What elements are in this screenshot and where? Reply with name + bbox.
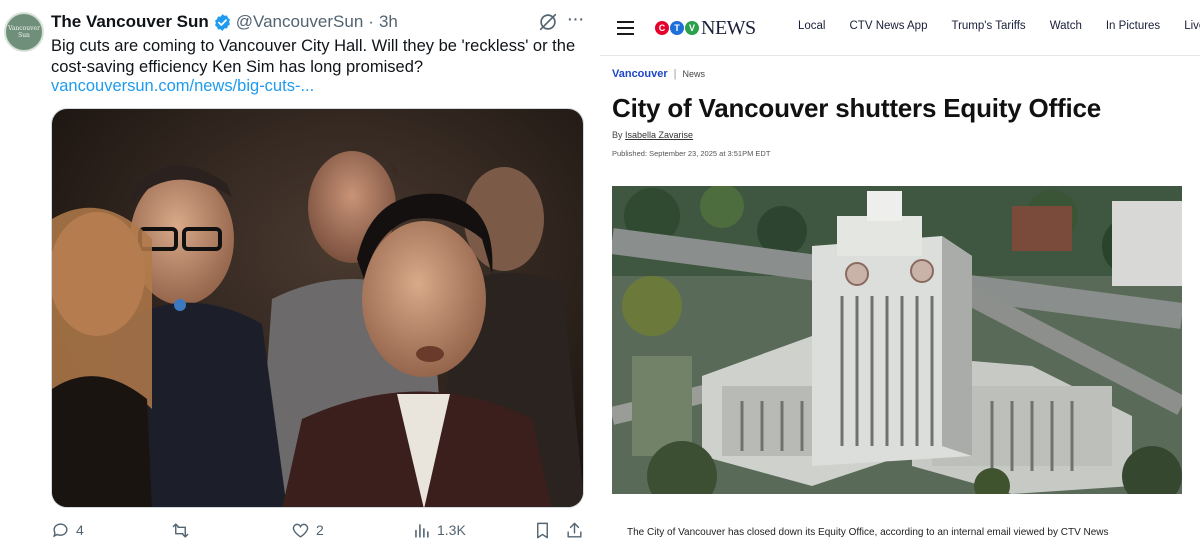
tweet-text: Big cuts are coming to Vancouver City Ha… [51,37,576,76]
article-headline: City of Vancouver shutters Equity Office [612,93,1101,123]
top-navigation-bar: C T V NEWS Local CTV News App Trump's Ta… [600,0,1200,56]
reply-count: 4 [76,522,84,538]
separator-dot: · [368,12,374,31]
article-body-text: The City of Vancouver has closed down it… [627,527,1109,538]
hamburger-menu-icon[interactable] [617,21,634,35]
ctv-article-page: C T V NEWS Local CTV News App Trump's Ta… [600,0,1200,555]
reply-icon [53,522,68,537]
more-icon[interactable]: ··· [565,9,585,32]
breadcrumb-type: News [682,69,706,79]
ctv-news-logo[interactable]: C T V NEWS [655,17,756,39]
nav-item-live[interactable]: Live [1184,20,1200,32]
bookmark-button[interactable] [533,519,558,541]
avatar[interactable]: Vancouver Sun [4,12,44,52]
tweet-actions: 4 2 1.3K [51,519,585,541]
views-icon [415,523,429,538]
author-link[interactable]: Isabella Zavarise [625,130,693,140]
bookmark-icon [537,522,548,538]
views-button[interactable]: 1.3K [412,519,466,541]
tweet-media-photo[interactable] [51,108,584,508]
nav-item-in-pictures[interactable]: In Pictures [1106,20,1160,32]
breadcrumb-section[interactable]: Vancouver [612,68,668,80]
share-icon [567,522,582,538]
nav-item-watch[interactable]: Watch [1050,20,1082,32]
nav-item-ctv-news-app[interactable]: CTV News App [850,20,928,32]
ctv-logo-mark: C T V [655,21,699,35]
main-nav: Local CTV News App Trump's Tariffs Watch… [798,20,1200,32]
views-count: 1.3K [437,522,466,538]
city-hall-aerial-photo [612,186,1182,494]
nav-item-local[interactable]: Local [798,20,826,32]
tweet-header: The Vancouver Sun @VancouverSun · 3h [51,11,398,33]
nav-item-trumps-tariffs[interactable]: Trump's Tariffs [951,20,1025,32]
tweet-card[interactable]: Vancouver Sun The Vancouver Sun @Vancouv… [0,0,600,555]
grok-icon[interactable] [537,11,559,33]
byline-prefix: By [612,130,623,140]
logo-letter: C [655,21,669,35]
like-icon [292,523,309,538]
breadcrumb-separator: | [673,68,677,80]
breadcrumb: Vancouver | News [612,68,705,80]
like-count: 2 [316,522,324,538]
logo-word: NEWS [701,16,756,39]
like-button[interactable]: 2 [291,519,324,541]
repost-button[interactable] [171,519,196,541]
press-conference-photo [52,109,583,507]
byline: By Isabella Zavarise [612,130,693,140]
verified-badge-icon [214,13,230,31]
article-photo [612,186,1182,494]
timestamp[interactable]: 3h [379,12,398,32]
published-date: Published: September 23, 2025 at 3:51PM … [612,149,771,158]
logo-letter: V [685,21,699,35]
handle[interactable]: @VancouverSun [236,12,364,32]
tweet-link[interactable]: vancouversun.com/news/big-cuts-... [51,77,314,96]
logo-letter: T [670,21,684,35]
reply-button[interactable]: 4 [51,519,84,541]
display-name[interactable]: The Vancouver Sun [51,12,209,32]
share-button[interactable] [565,519,590,541]
avatar-text: Vancouver Sun [8,25,40,39]
repost-icon [172,522,189,538]
